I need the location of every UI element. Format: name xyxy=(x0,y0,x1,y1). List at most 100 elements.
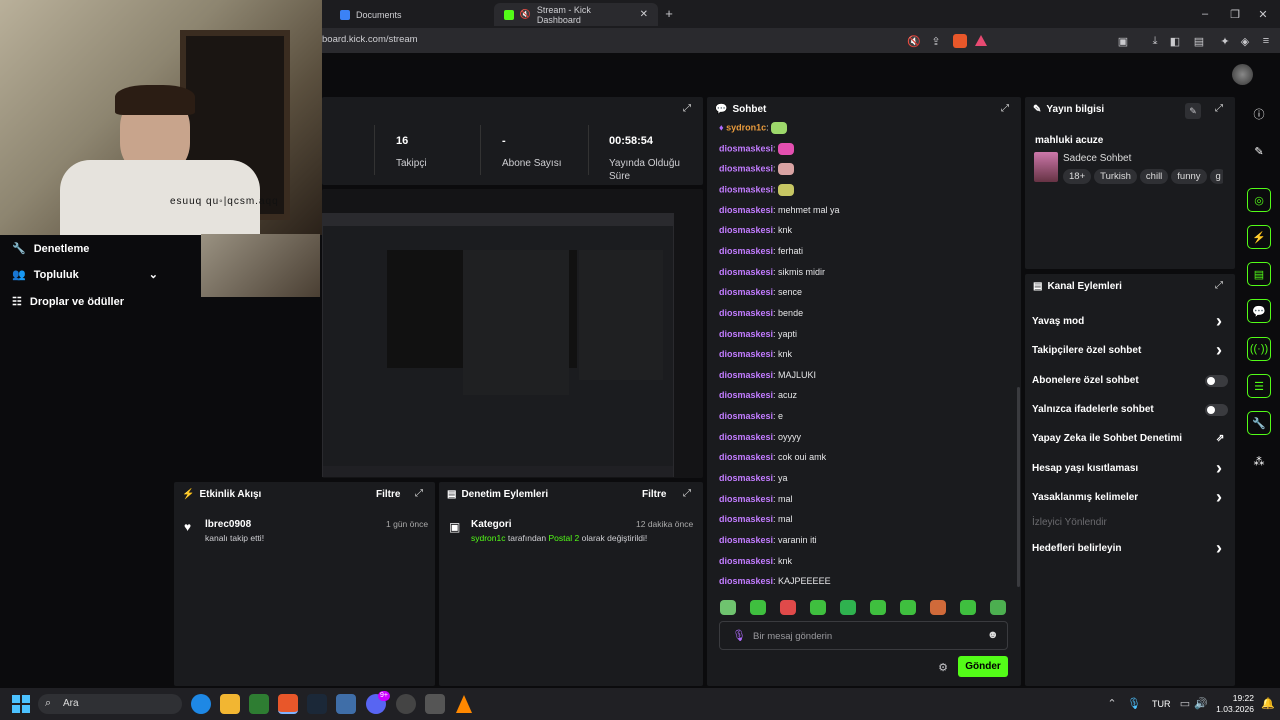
moderation-user[interactable]: sydron1c xyxy=(471,533,506,543)
brave-rewards-icon[interactable] xyxy=(975,35,987,46)
pencil-icon[interactable]: ✎ xyxy=(1247,139,1271,163)
wallet-icon[interactable]: ▤ xyxy=(1192,34,1206,48)
channel-action-label[interactable]: Yalnızca ifadelerle sohbet xyxy=(1032,404,1154,415)
filter-button[interactable]: Filtre xyxy=(642,489,666,500)
chat-username[interactable]: diosmaskesi xyxy=(719,452,773,462)
emote-icon[interactable] xyxy=(780,600,796,615)
toggle-switch[interactable] xyxy=(1205,404,1228,416)
maximize-icon[interactable]: ❐ xyxy=(1228,7,1242,21)
chat-username[interactable]: diosmaskesi xyxy=(719,432,773,442)
emoji-icon[interactable]: ☻ xyxy=(987,629,999,641)
emote-icon[interactable] xyxy=(870,600,886,615)
emote-icon[interactable] xyxy=(990,600,1006,615)
edge-icon[interactable] xyxy=(191,694,211,714)
external-link-icon[interactable]: ⇗ xyxy=(1216,433,1224,444)
chat-username[interactable]: diosmaskesi xyxy=(719,205,773,215)
nav-topluluk[interactable]: 👥 Topluluk ⌄ xyxy=(12,268,158,282)
nav-droplar[interactable]: ☷ Droplar ve ödüller xyxy=(12,295,124,309)
book-icon[interactable]: ▤ xyxy=(1247,262,1271,286)
channel-action-label[interactable]: Yapay Zeka ile Sohbet Denetimi xyxy=(1032,433,1182,444)
channel-action-label[interactable]: Yasaklanmış kelimeler xyxy=(1032,492,1138,503)
chat-username[interactable]: diosmaskesi xyxy=(719,164,773,174)
expand-icon[interactable]: ⤢ xyxy=(415,488,427,500)
expand-icon[interactable]: ⤢ xyxy=(683,103,695,115)
expand-icon[interactable]: ⤢ xyxy=(1215,280,1227,292)
brave-shield-icon[interactable] xyxy=(953,34,967,48)
chat-username[interactable]: diosmaskesi xyxy=(719,246,773,256)
channel-action-label[interactable]: Abonelere özel sohbet xyxy=(1032,375,1139,386)
chat-username[interactable]: diosmaskesi xyxy=(719,494,773,504)
chevron-up-icon[interactable]: ⌃ xyxy=(1106,697,1118,710)
bolt-icon[interactable]: ⚡ xyxy=(1247,225,1271,249)
emote-icon[interactable] xyxy=(960,600,976,615)
chat-username[interactable]: diosmaskesi xyxy=(719,329,773,339)
expand-icon[interactable]: ⤢ xyxy=(1001,103,1013,115)
vpn-icon[interactable]: ◈ xyxy=(1238,34,1252,48)
clock[interactable]: 19:22 1.03.2026 xyxy=(1214,693,1254,715)
share-icon[interactable]: ⇪ xyxy=(929,34,943,48)
chat-icon[interactable]: 💬 xyxy=(1247,299,1271,323)
chevron-right-icon[interactable]: › xyxy=(1216,312,1222,330)
emote-icon[interactable] xyxy=(930,600,946,615)
close-window-icon[interactable]: ✕ xyxy=(1256,7,1270,21)
notifications-icon[interactable]: 🔔 xyxy=(1261,697,1275,710)
steam-icon[interactable] xyxy=(307,694,327,714)
send-button[interactable]: Gönder xyxy=(958,656,1008,677)
emote-icon[interactable] xyxy=(810,600,826,615)
close-tab-icon[interactable]: ✕ xyxy=(640,9,648,20)
mute-site-icon[interactable]: 🔇 xyxy=(907,34,921,48)
chat-username[interactable]: sydron1c xyxy=(726,122,766,132)
expand-icon[interactable]: ⤢ xyxy=(1215,103,1227,115)
target-icon[interactable]: ◎ xyxy=(1247,188,1271,212)
channel-action-label[interactable]: Yavaş mod xyxy=(1032,316,1084,327)
chevron-right-icon[interactable]: › xyxy=(1216,539,1222,557)
menu-icon[interactable]: ≡ xyxy=(1259,34,1273,48)
nav-denetleme[interactable]: 🔧 Denetleme xyxy=(12,242,89,256)
chat-username[interactable]: diosmaskesi xyxy=(719,411,773,421)
info-icon[interactable]: ⓘ xyxy=(1247,102,1271,126)
tab-documents[interactable]: Documents xyxy=(330,3,490,26)
chat-username[interactable]: diosmaskesi xyxy=(719,390,773,400)
broadcast-icon[interactable]: ((·)) xyxy=(1247,337,1271,361)
settings-icon[interactable] xyxy=(425,694,445,714)
leo-icon[interactable]: ✦ xyxy=(1218,34,1232,48)
language-indicator[interactable]: TUR xyxy=(1152,699,1171,709)
chat-username[interactable]: diosmaskesi xyxy=(719,556,773,566)
emote-icon[interactable] xyxy=(840,600,856,615)
emote-icon[interactable] xyxy=(750,600,766,615)
avatar[interactable] xyxy=(1232,64,1253,85)
tab-kick-dashboard[interactable]: 🔇 Stream - Kick Dashboard ✕ xyxy=(494,3,658,26)
brave-icon[interactable] xyxy=(278,694,298,714)
chat-username[interactable]: diosmaskesi xyxy=(719,225,773,235)
download-icon[interactable]: ⤓ xyxy=(1148,34,1162,48)
chat-username[interactable]: diosmaskesi xyxy=(719,184,773,194)
app-icon[interactable] xyxy=(336,694,356,714)
chevron-right-icon[interactable]: › xyxy=(1216,341,1222,359)
channel-action-label[interactable]: Hedefleri belirleyin xyxy=(1032,543,1121,554)
microphone-icon[interactable]: 🎙 xyxy=(1127,697,1141,710)
chat-username[interactable]: diosmaskesi xyxy=(719,370,773,380)
moderation-category[interactable]: Postal 2 xyxy=(549,533,580,543)
emote-icon[interactable] xyxy=(900,600,916,615)
expand-icon[interactable]: ⤢ xyxy=(683,488,695,500)
chat-username[interactable]: diosmaskesi xyxy=(719,473,773,483)
chat-username[interactable]: diosmaskesi xyxy=(719,287,773,297)
chat-username[interactable]: diosmaskesi xyxy=(719,535,773,545)
file-explorer-icon[interactable] xyxy=(220,694,240,714)
chat-input[interactable]: 🎙 Bir mesaj gönderin ☻ xyxy=(719,621,1008,650)
edit-icon[interactable]: ✎ xyxy=(1185,103,1201,119)
chevron-right-icon[interactable]: › xyxy=(1216,488,1222,506)
minimize-icon[interactable]: – xyxy=(1198,7,1212,21)
chat-username[interactable]: diosmaskesi xyxy=(719,267,773,277)
toggle-switch[interactable] xyxy=(1205,375,1228,387)
chat-username[interactable]: diosmaskesi xyxy=(719,143,773,153)
chat-username[interactable]: diosmaskesi xyxy=(719,349,773,359)
stream-preview-video[interactable] xyxy=(322,213,674,477)
wrench-icon[interactable]: 🔧 xyxy=(1247,411,1271,435)
channel-action-label[interactable]: Takipçilere özel sohbet xyxy=(1032,345,1141,356)
chat-username[interactable]: diosmaskesi xyxy=(719,514,773,524)
dots-icon[interactable]: ⁂ xyxy=(1247,449,1271,473)
channel-action-label[interactable]: Hesap yaşı kısıtlaması xyxy=(1032,463,1138,474)
chat-username[interactable]: diosmaskesi xyxy=(719,308,773,318)
sidebar-icon[interactable]: ◧ xyxy=(1168,34,1182,48)
